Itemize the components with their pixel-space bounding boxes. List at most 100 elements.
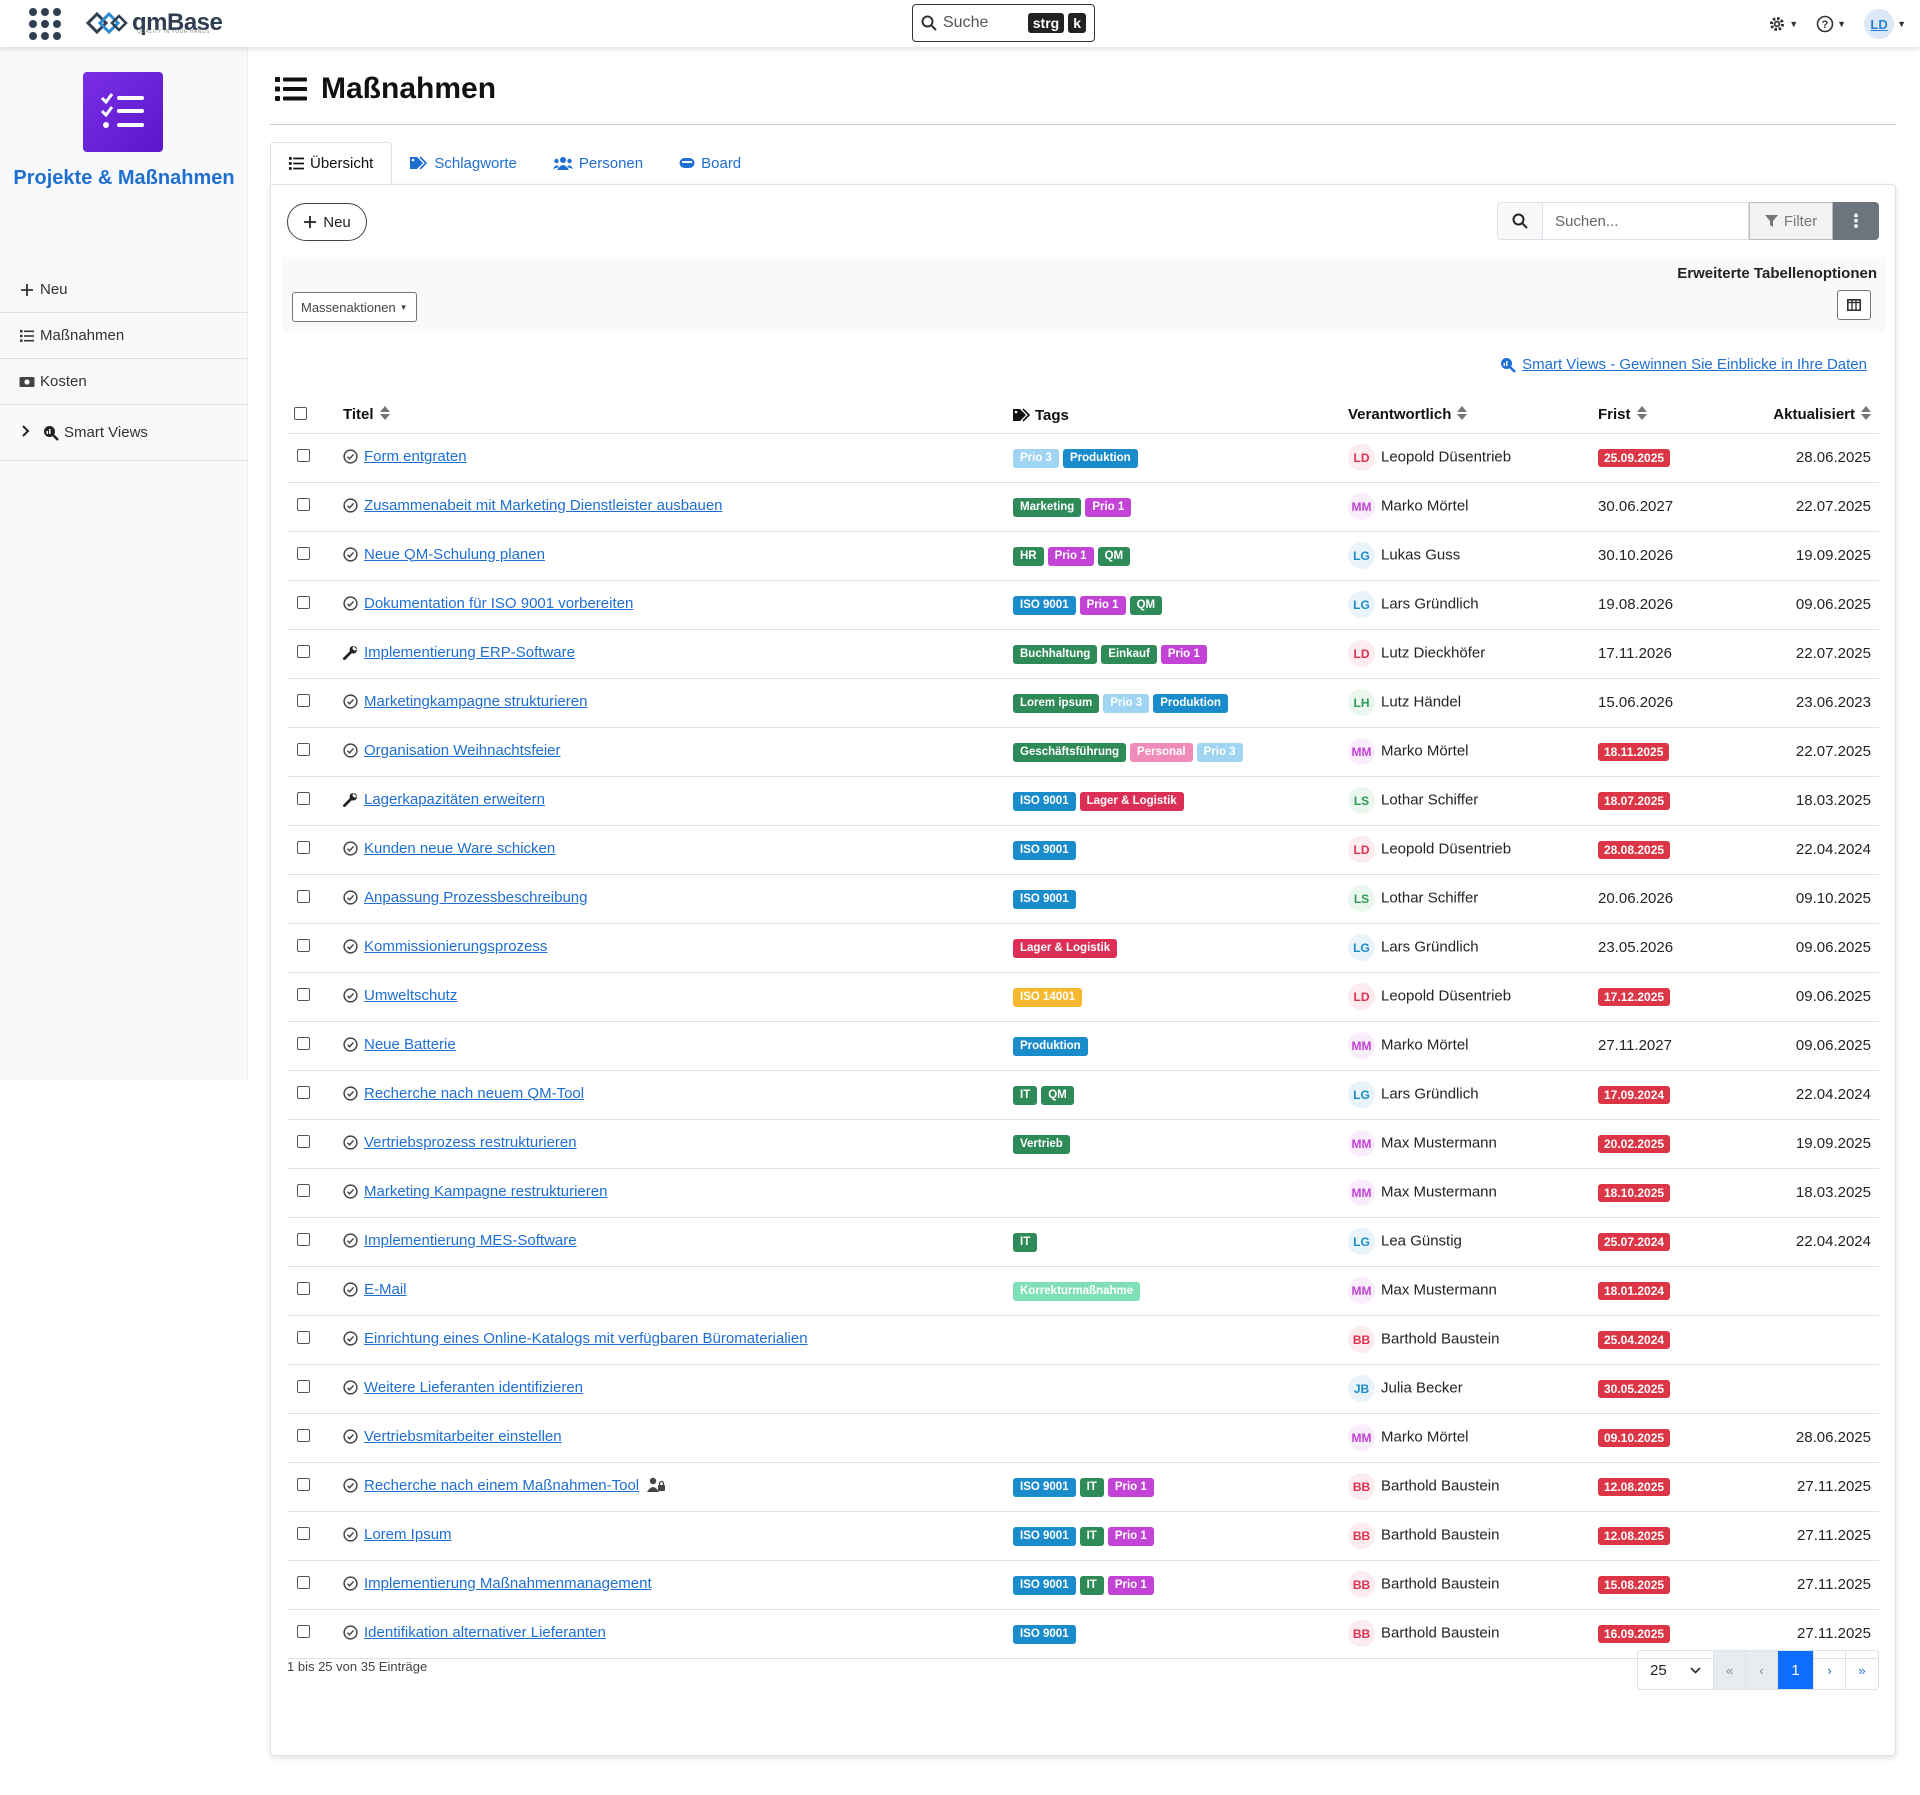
row-checkbox[interactable] bbox=[297, 890, 310, 903]
row-title-link[interactable]: Identifikation alternativer Lieferanten bbox=[364, 1624, 606, 1641]
row-title-link[interactable]: Implementierung ERP-Software bbox=[364, 644, 575, 661]
user-menu[interactable]: LD ▼ bbox=[1864, 9, 1906, 39]
col-due[interactable]: Frist bbox=[1598, 398, 1738, 434]
row-title-link[interactable]: Marketingkampagne strukturieren bbox=[364, 693, 587, 710]
row-checkbox[interactable] bbox=[297, 1037, 310, 1050]
tag-badge[interactable]: Prio 3 bbox=[1196, 742, 1243, 762]
tag-badge[interactable]: ISO 9001 bbox=[1013, 1526, 1076, 1546]
col-responsible[interactable]: Verantwortlich bbox=[1348, 398, 1598, 434]
tab-uebersicht[interactable]: Übersicht bbox=[270, 142, 393, 184]
search-input[interactable]: Suchen... bbox=[1543, 202, 1749, 240]
row-checkbox[interactable] bbox=[297, 1576, 310, 1589]
tab-schlagworte[interactable]: Schlagworte bbox=[392, 142, 535, 184]
tag-badge[interactable]: ISO 9001 bbox=[1013, 791, 1076, 811]
tag-badge[interactable]: IT bbox=[1079, 1575, 1104, 1595]
row-checkbox[interactable] bbox=[297, 841, 310, 854]
tab-personen[interactable]: Personen bbox=[535, 142, 661, 184]
search-icon[interactable] bbox=[1497, 202, 1543, 240]
app-grid-icon[interactable] bbox=[28, 7, 62, 41]
tag-badge[interactable]: Prio 3 bbox=[1013, 448, 1059, 468]
row-title-link[interactable]: Weitere Lieferanten identifizieren bbox=[364, 1379, 583, 1396]
tag-badge[interactable]: Prio 1 bbox=[1047, 546, 1094, 566]
row-checkbox[interactable] bbox=[297, 1527, 310, 1540]
sidebar-item-kosten[interactable]: Kosten bbox=[0, 359, 248, 405]
tag-badge[interactable]: IT bbox=[1079, 1477, 1104, 1497]
tag-badge[interactable]: QM bbox=[1041, 1085, 1074, 1105]
tag-badge[interactable]: ISO 9001 bbox=[1013, 889, 1076, 909]
row-checkbox[interactable] bbox=[297, 694, 310, 707]
sidebar-item-massnahmen[interactable]: Maßnahmen bbox=[0, 313, 248, 359]
tag-badge[interactable]: ISO 14001 bbox=[1013, 987, 1082, 1007]
last-page-button[interactable]: » bbox=[1846, 1651, 1878, 1689]
help-menu[interactable]: ? ▼ bbox=[1816, 15, 1846, 33]
row-title-link[interactable]: Zusammenabeit mit Marketing Dienstleiste… bbox=[364, 497, 723, 514]
prev-page-button[interactable]: ‹ bbox=[1746, 1651, 1778, 1689]
tag-badge[interactable]: Prio 1 bbox=[1079, 595, 1126, 615]
new-button[interactable]: Neu bbox=[287, 203, 367, 241]
mass-actions-dropdown[interactable]: Massenaktionen ▼ bbox=[292, 292, 417, 322]
tag-badge[interactable]: Korrekturmaßnahme bbox=[1013, 1281, 1141, 1301]
global-search-button[interactable]: Suche strg k bbox=[912, 4, 1095, 42]
col-title[interactable]: Titel bbox=[343, 398, 1013, 434]
row-title-link[interactable]: Lorem Ipsum bbox=[364, 1526, 452, 1543]
sidebar-item-neu[interactable]: Neu bbox=[0, 267, 248, 313]
row-title-link[interactable]: Kunden neue Ware schicken bbox=[364, 840, 555, 857]
tag-badge[interactable]: Lager & Logistik bbox=[1013, 938, 1118, 958]
page-size-select[interactable]: 25 bbox=[1638, 1651, 1714, 1689]
row-checkbox[interactable] bbox=[297, 1625, 310, 1638]
row-title-link[interactable]: Organisation Weihnachtsfeier bbox=[364, 742, 561, 759]
select-all-checkbox[interactable] bbox=[294, 406, 307, 420]
row-checkbox[interactable] bbox=[297, 1380, 310, 1393]
tag-badge[interactable]: Einkauf bbox=[1101, 644, 1157, 664]
module-title[interactable]: Projekte & Maßnahmen bbox=[0, 167, 248, 190]
row-checkbox[interactable] bbox=[297, 498, 310, 511]
tag-badge[interactable]: Produktion bbox=[1013, 1036, 1088, 1056]
tag-badge[interactable]: Lager & Logistik bbox=[1079, 791, 1184, 811]
row-title-link[interactable]: Implementierung MES-Software bbox=[364, 1232, 577, 1249]
row-title-link[interactable]: Recherche nach neuem QM-Tool bbox=[364, 1085, 584, 1102]
next-page-button[interactable]: › bbox=[1814, 1651, 1846, 1689]
row-checkbox[interactable] bbox=[297, 449, 310, 462]
sidebar-item-smart-views[interactable]: Smart Views bbox=[0, 405, 248, 461]
smart-views-link[interactable]: Smart Views - Gewinnen Sie Einblicke in … bbox=[1500, 356, 1867, 373]
tag-badge[interactable]: Marketing bbox=[1013, 497, 1082, 517]
row-checkbox[interactable] bbox=[297, 1331, 310, 1344]
row-title-link[interactable]: Dokumentation für ISO 9001 vorbereiten bbox=[364, 595, 633, 612]
row-checkbox[interactable] bbox=[297, 547, 310, 560]
row-title-link[interactable]: Implementierung Maßnahmenmanagement bbox=[364, 1575, 652, 1592]
tag-badge[interactable]: Lorem ipsum bbox=[1013, 693, 1100, 713]
tab-board[interactable]: Board bbox=[661, 142, 759, 184]
row-checkbox[interactable] bbox=[297, 988, 310, 1001]
more-options-button[interactable]: ⋮ bbox=[1833, 202, 1879, 240]
row-title-link[interactable]: Lagerkapazitäten erweitern bbox=[364, 791, 545, 808]
tag-badge[interactable]: IT bbox=[1079, 1526, 1104, 1546]
row-title-link[interactable]: Marketing Kampagne restrukturieren bbox=[364, 1183, 607, 1200]
tag-badge[interactable]: QM bbox=[1097, 546, 1131, 566]
row-checkbox[interactable] bbox=[297, 1135, 310, 1148]
tag-badge[interactable]: Prio 1 bbox=[1107, 1477, 1154, 1497]
row-title-link[interactable]: Umweltschutz bbox=[364, 987, 457, 1004]
row-title-link[interactable]: Anpassung Prozessbeschreibung bbox=[364, 889, 587, 906]
tag-badge[interactable]: Prio 1 bbox=[1160, 644, 1207, 664]
tag-badge[interactable]: Vertrieb bbox=[1013, 1134, 1070, 1154]
tag-badge[interactable]: Geschäftsführung bbox=[1013, 742, 1127, 762]
row-checkbox[interactable] bbox=[297, 1086, 310, 1099]
tag-badge[interactable]: ISO 9001 bbox=[1013, 1477, 1076, 1497]
row-checkbox[interactable] bbox=[297, 1184, 310, 1197]
tag-badge[interactable]: HR bbox=[1013, 546, 1044, 566]
col-updated[interactable]: Aktualisiert bbox=[1738, 398, 1879, 434]
tag-badge[interactable]: Prio 1 bbox=[1107, 1526, 1154, 1546]
row-checkbox[interactable] bbox=[297, 939, 310, 952]
row-title-link[interactable]: Kommissionierungsprozess bbox=[364, 938, 547, 955]
tag-badge[interactable]: Prio 1 bbox=[1085, 497, 1132, 517]
row-checkbox[interactable] bbox=[297, 743, 310, 756]
tag-badge[interactable]: IT bbox=[1013, 1085, 1038, 1105]
page-button-1[interactable]: 1 bbox=[1778, 1651, 1814, 1689]
row-checkbox[interactable] bbox=[297, 645, 310, 658]
row-checkbox[interactable] bbox=[297, 1429, 310, 1442]
tag-badge[interactable]: Produktion bbox=[1062, 448, 1138, 468]
row-checkbox[interactable] bbox=[297, 596, 310, 609]
row-checkbox[interactable] bbox=[297, 1233, 310, 1246]
row-checkbox[interactable] bbox=[297, 1282, 310, 1295]
tag-badge[interactable]: ISO 9001 bbox=[1013, 840, 1076, 860]
